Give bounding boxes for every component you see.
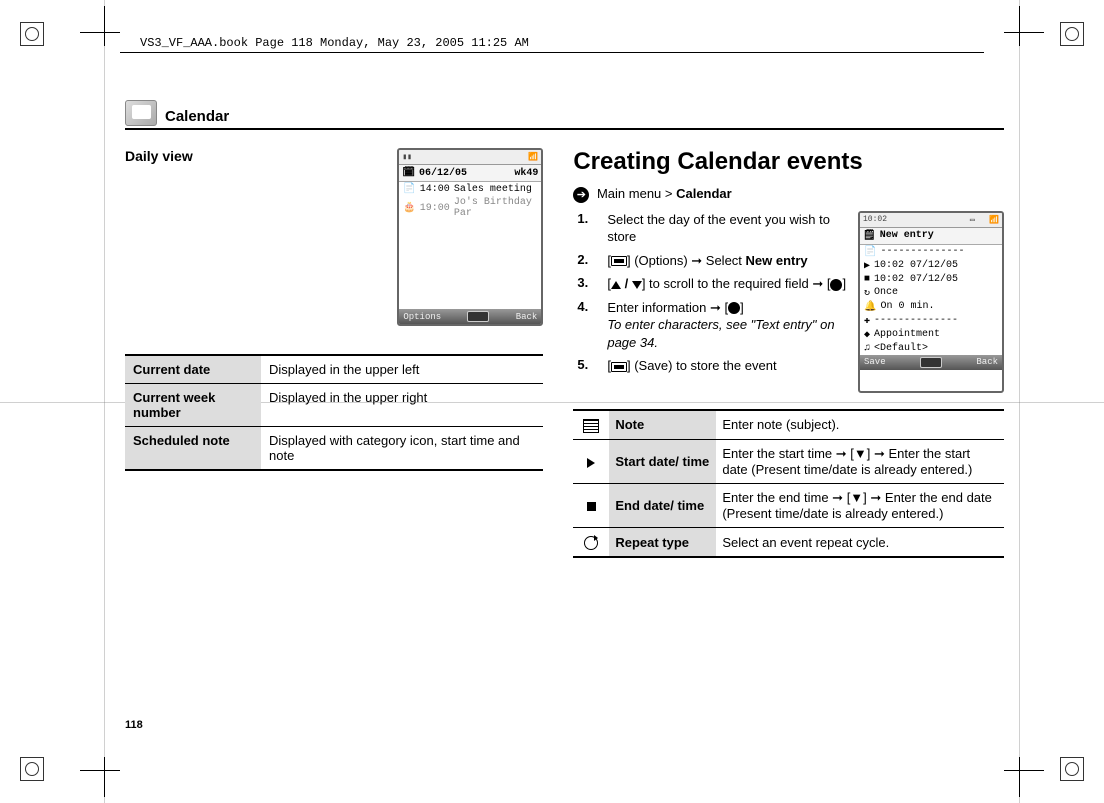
registration-mark — [20, 22, 44, 46]
table-row: Current week number Displayed in the upp… — [125, 384, 543, 427]
registration-mark — [1060, 22, 1084, 46]
phone-week: wk49 — [514, 168, 538, 179]
crop-tick — [80, 770, 120, 771]
stop-icon — [587, 502, 596, 511]
step-1: 1. Select the day of the event you wish … — [577, 211, 848, 246]
note-icon — [583, 419, 599, 433]
table-row: Current date Displayed in the upper left — [125, 355, 543, 384]
step-5: 5. [] (Save) to store the event — [577, 357, 848, 375]
crop-tick — [104, 6, 105, 46]
phone-softkey-right: Back — [516, 312, 538, 322]
table-row: Note Enter note (subject). — [573, 410, 1004, 440]
phone-date-icon: 🗓 — [402, 167, 415, 179]
breadcrumb-arrow-icon: ➔ — [573, 187, 589, 203]
page-number: 118 — [125, 719, 143, 731]
center-key-icon — [728, 302, 740, 314]
crop-tick — [1004, 770, 1044, 771]
daily-view-screenshot: ▮▮📶 🗓 06/12/05 wk49 📄14:00 Sales meeting… — [397, 148, 543, 326]
nav-up-icon — [611, 281, 621, 289]
calendar-section-icon — [125, 100, 157, 126]
crop-guide-left — [104, 0, 105, 803]
right-heading: Creating Calendar events — [573, 148, 1004, 176]
table-row: Repeat type Select an event repeat cycle… — [573, 527, 1004, 557]
daily-view-table: Current date Displayed in the upper left… — [125, 354, 543, 471]
crop-tick — [80, 32, 120, 33]
softkey-icon — [611, 362, 627, 372]
table-row: End date/ time Enter the end time ➞ [▼] … — [573, 483, 1004, 527]
registration-mark — [20, 757, 44, 781]
new-entry-screenshot: 10:02▭ 📶 🗒New entry 📄-------------- ▶10:… — [858, 211, 1004, 393]
softkey-icon — [611, 256, 627, 266]
phone-date: 06/12/05 — [419, 168, 467, 179]
table-row: Start date/ time Enter the start time ➞ … — [573, 439, 1004, 483]
crop-tick — [1019, 6, 1020, 46]
crop-guide-right — [1019, 0, 1020, 803]
nav-down-icon — [632, 281, 642, 289]
phone-softkey-left: Options — [403, 312, 441, 322]
print-header-note: VS3_VF_AAA.book Page 118 Monday, May 23,… — [140, 36, 529, 50]
repeat-icon — [584, 536, 598, 550]
play-icon — [587, 458, 595, 468]
section-title: Calendar — [165, 108, 229, 125]
section-header: Calendar — [125, 100, 1004, 130]
step-4: 4. Enter information ➞ [] To enter chara… — [577, 299, 848, 352]
step-2: 2. [] (Options) ➞ Select New entry — [577, 252, 848, 270]
crop-tick — [1004, 32, 1044, 33]
table-row: Scheduled note Displayed with category i… — [125, 427, 543, 471]
center-key-icon — [830, 279, 842, 291]
crop-tick — [1019, 757, 1020, 797]
fields-table: Note Enter note (subject). Start date/ t… — [573, 409, 1004, 559]
step-3: 3. [ / ] to scroll to the required field… — [577, 275, 848, 293]
registration-mark — [1060, 757, 1084, 781]
header-rule — [120, 52, 984, 53]
breadcrumb: ➔ Main menu > Calendar — [573, 186, 1004, 203]
crop-tick — [104, 757, 105, 797]
